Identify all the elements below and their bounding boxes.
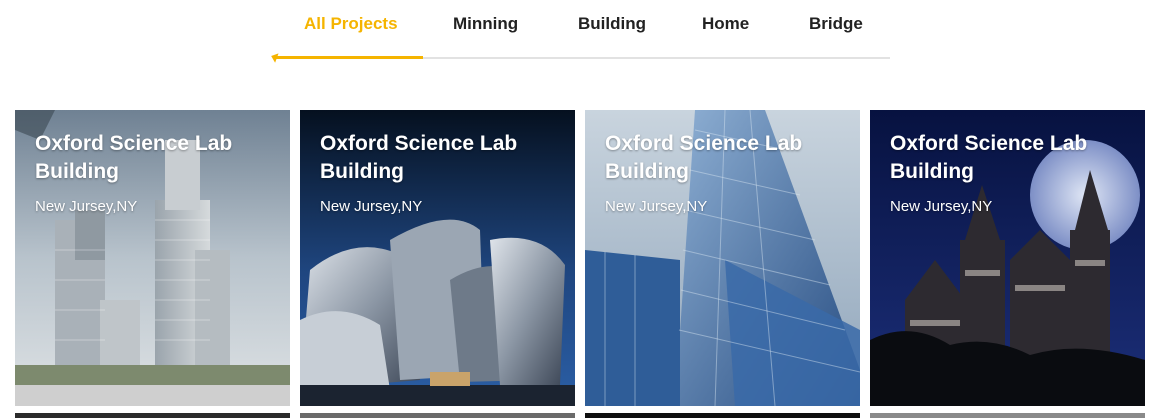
next-row-card-edge — [300, 413, 575, 418]
tab-minning[interactable]: Minning — [453, 14, 518, 34]
project-card[interactable]: Oxford Science Lab Building New Jursey,N… — [15, 110, 290, 406]
project-filter-tabs: All Projects Minning Building Home Bridg… — [273, 0, 890, 60]
next-row-card-edge — [15, 413, 290, 418]
project-location: New Jursey,NY — [605, 198, 708, 215]
project-title: Oxford Science Lab Building — [605, 132, 803, 183]
project-location: New Jursey,NY — [320, 198, 423, 215]
active-tab-indicator — [273, 56, 423, 59]
project-card[interactable]: Oxford Science Lab Building New Jursey,N… — [300, 110, 575, 406]
project-location: New Jursey,NY — [35, 198, 138, 215]
project-title: Oxford Science Lab Building — [320, 132, 518, 183]
tab-building[interactable]: Building — [578, 14, 646, 34]
project-card[interactable]: Oxford Science Lab Building New Jursey,N… — [870, 110, 1145, 406]
tab-home[interactable]: Home — [702, 14, 749, 34]
next-row-card-edge — [870, 413, 1145, 418]
tab-bridge[interactable]: Bridge — [809, 14, 863, 34]
project-title: Oxford Science Lab Building — [890, 132, 1088, 183]
project-location: New Jursey,NY — [890, 198, 993, 215]
project-title: Oxford Science Lab Building — [35, 132, 233, 183]
next-row-card-edge — [585, 413, 860, 418]
tab-all-projects[interactable]: All Projects — [304, 14, 398, 34]
project-card[interactable]: Oxford Science Lab Building New Jursey,N… — [585, 110, 860, 406]
